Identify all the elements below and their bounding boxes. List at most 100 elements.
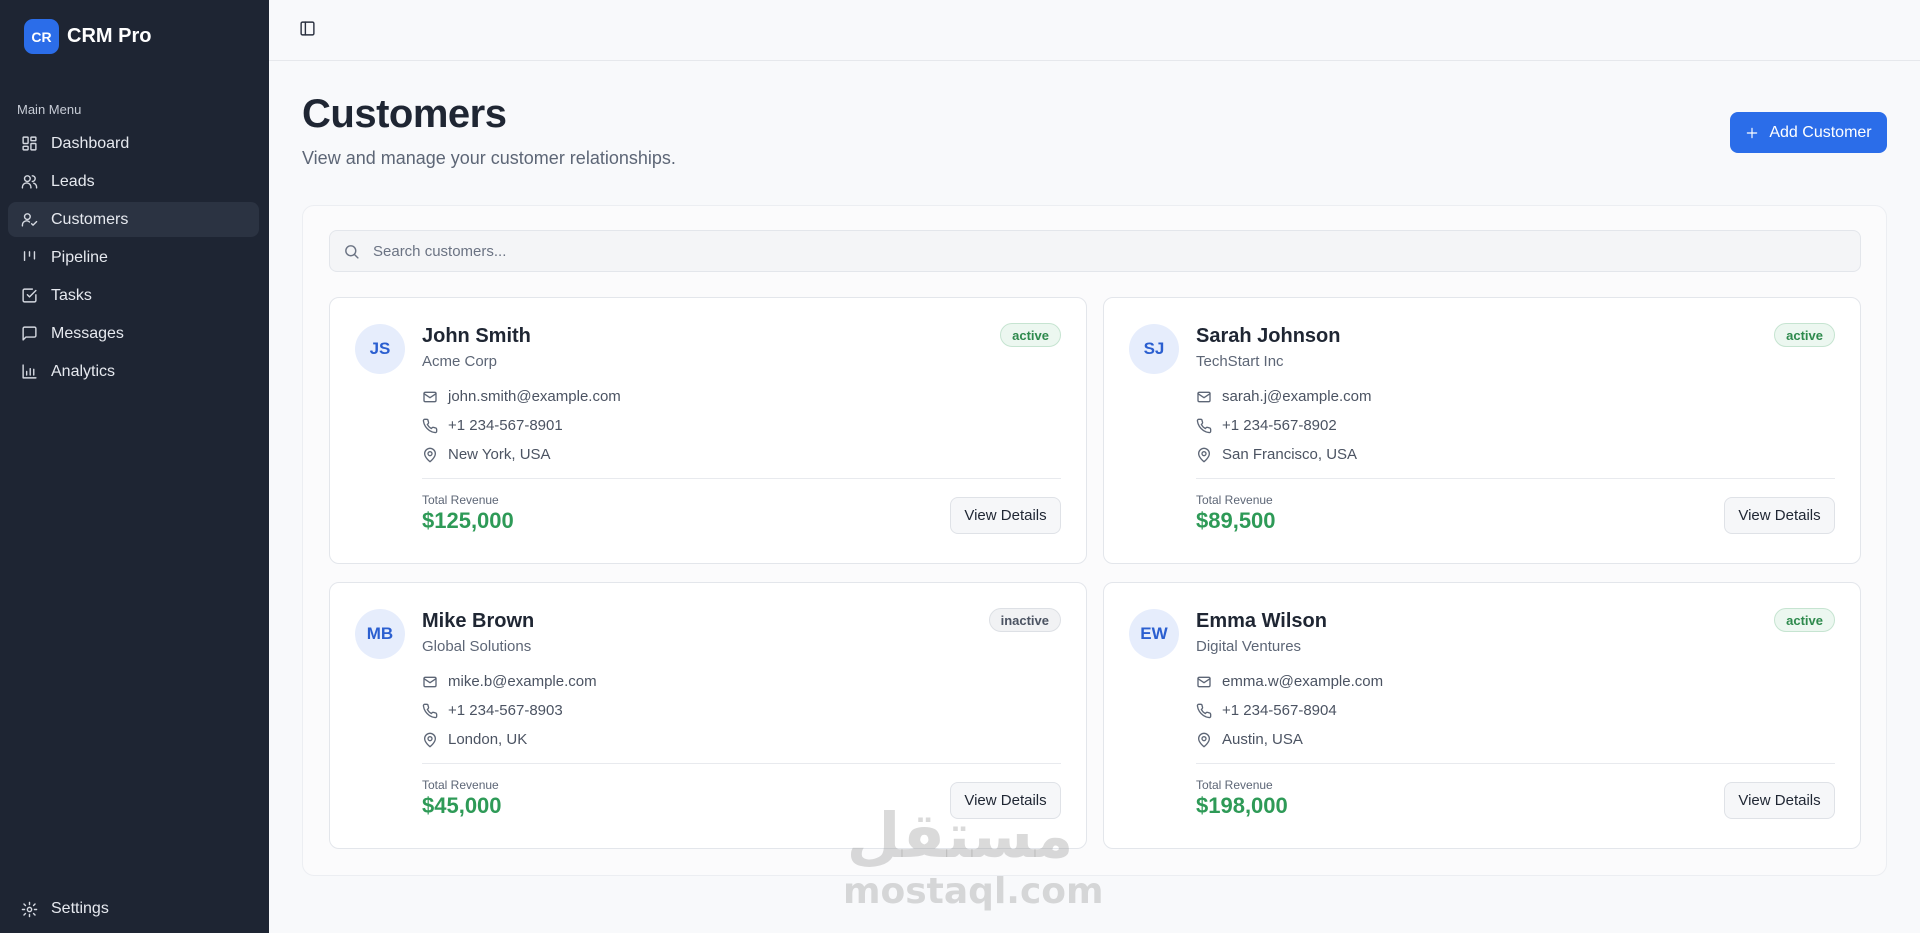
customer-location: New York, USA: [422, 446, 551, 463]
revenue-value: $89,500: [1196, 508, 1276, 533]
view-details-button[interactable]: View Details: [1724, 782, 1835, 819]
users-icon: [21, 175, 38, 189]
location-text: Austin, USA: [1222, 731, 1303, 748]
sidebar-item-label: Analytics: [51, 362, 116, 380]
phone-icon: [422, 418, 438, 433]
sidebar-item-label: Leads: [51, 172, 95, 190]
status-badge: inactive: [988, 608, 1061, 632]
map-pin-icon: [424, 447, 436, 462]
customer-location: Austin, USA: [1196, 731, 1303, 748]
sidebar: CR CRM Pro Main Menu Dashboard Leads Cus…: [0, 0, 269, 933]
add-customer-button[interactable]: Add Customer: [1730, 112, 1887, 153]
revenue-label: Total Revenue: [1196, 493, 1273, 507]
customer-card: EW Emma Wilson Digital Ventures active e…: [1103, 582, 1861, 849]
customer-card: JS John Smith Acme Corp active john.smit…: [329, 297, 1087, 564]
email-text: mike.b@example.com: [448, 673, 597, 690]
sidebar-item-settings[interactable]: Settings: [21, 900, 109, 918]
customer-card: SJ Sarah Johnson TechStart Inc active sa…: [1103, 297, 1861, 564]
sidebar-item-label: Customers: [51, 210, 129, 228]
customer-location: San Francisco, USA: [1196, 446, 1357, 463]
phone-text: +1 234-567-8902: [1222, 417, 1337, 434]
panel-left-icon: [300, 21, 315, 36]
avatar: SJ: [1129, 324, 1179, 374]
revenue-label: Total Revenue: [1196, 778, 1273, 792]
add-customer-label: Add Customer: [1769, 123, 1872, 141]
page-title: Customers: [302, 92, 507, 136]
location-text: New York, USA: [448, 446, 551, 463]
sidebar-item-tasks[interactable]: Tasks: [8, 278, 259, 313]
avatar: MB: [355, 609, 405, 659]
search-input[interactable]: [373, 242, 1823, 260]
phone-icon: [1196, 703, 1212, 718]
brand[interactable]: CR CRM Pro: [24, 19, 151, 54]
customer-company: TechStart Inc: [1196, 353, 1284, 370]
avatar: JS: [355, 324, 405, 374]
customer-company: Acme Corp: [422, 353, 498, 370]
divider: [1196, 478, 1835, 479]
customer-phone: +1 234-567-8902: [1196, 417, 1337, 434]
location-text: San Francisco, USA: [1222, 446, 1358, 463]
phone-text: +1 234-567-8903: [448, 702, 563, 719]
customer-phone: +1 234-567-8903: [422, 702, 563, 719]
sidebar-item-leads[interactable]: Leads: [8, 164, 259, 199]
mail-icon: [423, 676, 437, 687]
revenue-value: $125,000: [422, 508, 514, 533]
sidebar-item-pipeline[interactable]: Pipeline: [8, 240, 259, 275]
sidebar-item-customers[interactable]: Customers: [8, 202, 259, 237]
customer-name[interactable]: Sarah Johnson: [1196, 325, 1340, 348]
plus-icon: [1747, 127, 1758, 138]
sidebar-item-label: Dashboard: [51, 134, 130, 152]
topbar: [269, 0, 1920, 61]
phone-icon: [422, 703, 438, 718]
layout-grid-icon: [22, 136, 37, 151]
sidebar-item-label: Pipeline: [51, 248, 108, 266]
revenue-label: Total Revenue: [422, 778, 499, 792]
settings-label: Settings: [51, 900, 109, 917]
status-badge: active: [1774, 608, 1835, 632]
revenue-value: $198,000: [1196, 793, 1288, 818]
status-badge: active: [1000, 323, 1061, 347]
brand-logo: CR: [24, 19, 59, 54]
bar-chart-icon: [22, 364, 37, 379]
sidebar-item-dashboard[interactable]: Dashboard: [8, 126, 259, 161]
phone-icon: [1196, 418, 1212, 433]
sidebar-item-messages[interactable]: Messages: [8, 316, 259, 351]
search-box[interactable]: [329, 230, 1861, 272]
avatar: EW: [1129, 609, 1179, 659]
sidebar-toggle-button[interactable]: [299, 20, 316, 37]
map-pin-icon: [1198, 447, 1210, 462]
user-check-icon: [21, 213, 38, 227]
revenue-value: $45,000: [422, 793, 502, 818]
watermark-latin: mostaql.com: [843, 871, 1104, 912]
customer-phone: +1 234-567-8901: [422, 417, 563, 434]
message-square-icon: [22, 326, 37, 341]
view-details-button[interactable]: View Details: [950, 782, 1061, 819]
customer-email: mike.b@example.com: [422, 673, 597, 690]
sidebar-menu: Dashboard Leads Customers Pipeline Tasks…: [8, 126, 259, 392]
phone-text: +1 234-567-8901: [448, 417, 563, 434]
customer-location: London, UK: [422, 731, 527, 748]
view-details-button[interactable]: View Details: [1724, 497, 1835, 534]
customer-phone: +1 234-567-8904: [1196, 702, 1337, 719]
revenue-label: Total Revenue: [422, 493, 499, 507]
phone-text: +1 234-567-8904: [1222, 702, 1337, 719]
divider: [1196, 763, 1835, 764]
customer-email: emma.w@example.com: [1196, 673, 1383, 690]
customer-name[interactable]: John Smith: [422, 325, 531, 348]
location-text: London, UK: [448, 731, 528, 748]
status-badge: active: [1774, 323, 1835, 347]
divider: [422, 478, 1061, 479]
divider: [422, 763, 1061, 764]
view-details-button[interactable]: View Details: [950, 497, 1061, 534]
sidebar-item-analytics[interactable]: Analytics: [8, 354, 259, 389]
customer-name[interactable]: Mike Brown: [422, 610, 534, 633]
email-text: john.smith@example.com: [448, 388, 621, 405]
customer-card: MB Mike Brown Global Solutions inactive …: [329, 582, 1087, 849]
customer-email: john.smith@example.com: [422, 388, 621, 405]
page-subtitle: View and manage your customer relationsh…: [302, 148, 676, 168]
sidebar-item-label: Tasks: [51, 286, 92, 304]
email-text: sarah.j@example.com: [1222, 388, 1372, 405]
customer-name[interactable]: Emma Wilson: [1196, 610, 1327, 633]
customer-company: Digital Ventures: [1196, 638, 1302, 655]
brand-name: CRM Pro: [67, 25, 152, 47]
